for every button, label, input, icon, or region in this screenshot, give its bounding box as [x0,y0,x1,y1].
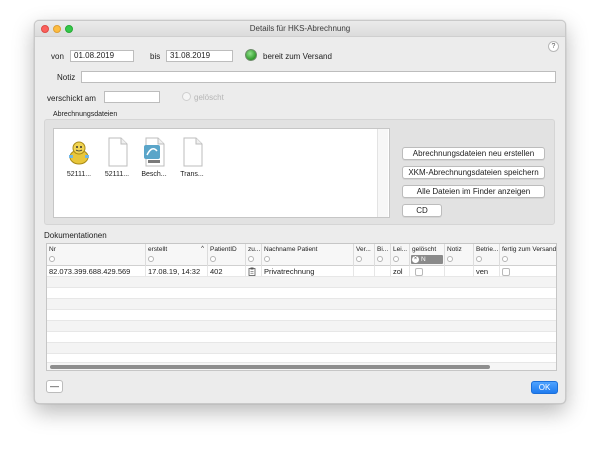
table-row[interactable]: 82.073.399.688.429.569 17.08.19, 14:32 4… [47,266,556,277]
column-header-nachname[interactable]: Nachname Patient [262,244,354,266]
column-filter[interactable] [447,256,453,262]
app-icon [66,137,92,167]
column-filter[interactable] [148,256,154,262]
cell-ver [354,266,375,277]
notiz-label: Notiz [57,73,76,82]
file-list[interactable]: 52111... 52111... Besch... Trans... [53,128,390,218]
file-item[interactable]: 52111... [97,137,137,178]
cd-button[interactable]: CD [402,204,442,217]
geloescht-filter-field[interactable]: × N [411,255,443,264]
docs-section-title: Dokumentationen [44,231,107,240]
clipboard-icon [248,267,256,276]
geloescht-checkbox[interactable] [415,268,423,276]
von-date-field[interactable]: 01.08.2019 [70,50,134,62]
empty-row [47,299,556,310]
empty-row [47,321,556,332]
save-xkm-files-button[interactable]: XKM-Abrechnungsdateien speichern [402,166,545,179]
cell-bi [375,266,391,277]
table-horizontal-scrollbar[interactable] [47,363,556,370]
scrollbar-thumb[interactable] [50,365,490,369]
table-header: Nr erstellt ^ PatientID zu... Nachname P… [47,244,556,266]
cell-nr: 82.073.399.688.429.569 [47,266,146,277]
column-filter[interactable] [210,256,216,262]
details-window: Details für HKS-Abrechnung ? von 01.08.2… [34,20,566,404]
file-name: Trans... [180,171,204,178]
empty-row [47,343,556,354]
notiz-input[interactable] [81,71,556,83]
column-filter[interactable] [248,256,254,262]
file-name: Besch... [141,171,167,178]
von-label: von [51,52,64,61]
status-label: bereit zum Versand [263,52,332,61]
cell-nachname: Privatrechnung [262,266,354,277]
fertig-checkbox[interactable] [502,268,510,276]
status-indicator-icon[interactable] [245,49,257,61]
column-header-erstellt[interactable]: erstellt ^ [146,244,208,266]
column-header-patientid[interactable]: PatientID [208,244,246,266]
file-item[interactable]: Besch... [134,137,174,178]
column-header-bi[interactable]: Bi... [375,244,391,266]
column-header-lei[interactable]: Lei... [391,244,410,266]
help-button[interactable]: ? [548,41,559,52]
recreate-files-button[interactable]: Abrechnungsdateien neu erstellen [402,147,545,160]
column-filter[interactable] [393,256,399,262]
column-header-notiz[interactable]: Notiz [445,244,474,266]
verschickt-label: verschickt am [47,94,96,103]
files-group-title: Abrechnungsdateien [53,111,118,118]
column-header-fertig[interactable]: fertig zum Versand [500,244,556,266]
column-filter[interactable] [356,256,362,262]
bis-label: bis [150,52,161,61]
empty-row [47,310,556,321]
cell-patientid: 402 [208,266,246,277]
sort-ascending-icon: ^ [201,246,204,252]
column-header-geloescht[interactable]: gelöscht × N [410,244,445,266]
ok-button[interactable]: OK [531,381,558,394]
column-header-betrieb[interactable]: Betrie... [474,244,500,266]
column-header-zu[interactable]: zu... [246,244,262,266]
cell-zu [246,266,262,277]
title-bar: Details für HKS-Abrechnung [35,21,565,37]
bis-date-field[interactable]: 31.08.2019 [166,50,233,62]
file-item[interactable]: Trans... [172,137,212,178]
zoom-window-button[interactable] [65,25,73,33]
empty-row [47,332,556,343]
column-filter[interactable] [377,256,383,262]
empty-row [47,277,556,288]
geloescht-radio[interactable] [182,92,191,101]
file-name: 52111... [66,171,92,178]
document-icon [104,137,130,167]
cell-fertig [500,266,556,277]
column-filter[interactable] [264,256,270,262]
column-filter[interactable] [49,256,55,262]
clear-filter-icon[interactable]: × [412,256,419,263]
document-icon [179,137,205,167]
column-header-nr[interactable]: Nr [47,244,146,266]
cell-lei: zol [391,266,410,277]
cell-betrieb: ven [474,266,500,277]
close-window-button[interactable] [41,25,49,33]
cell-erstellt: 17.08.19, 14:32 [146,266,208,277]
docs-table: Nr erstellt ^ PatientID zu... Nachname P… [46,243,557,371]
window-title: Details für HKS-Abrechnung [249,24,351,33]
column-filter[interactable] [502,256,508,262]
text-document-icon [141,137,167,167]
cell-notiz [445,266,474,277]
minimize-window-button[interactable] [53,25,61,33]
file-name: 52111... [104,171,130,178]
cell-geloescht [410,266,445,277]
empty-row [47,354,556,363]
file-item[interactable]: 52111... [59,137,99,178]
remove-button[interactable]: — [46,380,63,393]
file-list-scrollbar[interactable] [377,129,388,217]
verschickt-date-field[interactable] [104,91,160,103]
geloescht-label: gelöscht [194,93,224,102]
column-header-ver[interactable]: Ver... [354,244,375,266]
show-in-finder-button[interactable]: Alle Dateien im Finder anzeigen [402,185,545,198]
column-filter[interactable] [476,256,482,262]
empty-row [47,288,556,299]
